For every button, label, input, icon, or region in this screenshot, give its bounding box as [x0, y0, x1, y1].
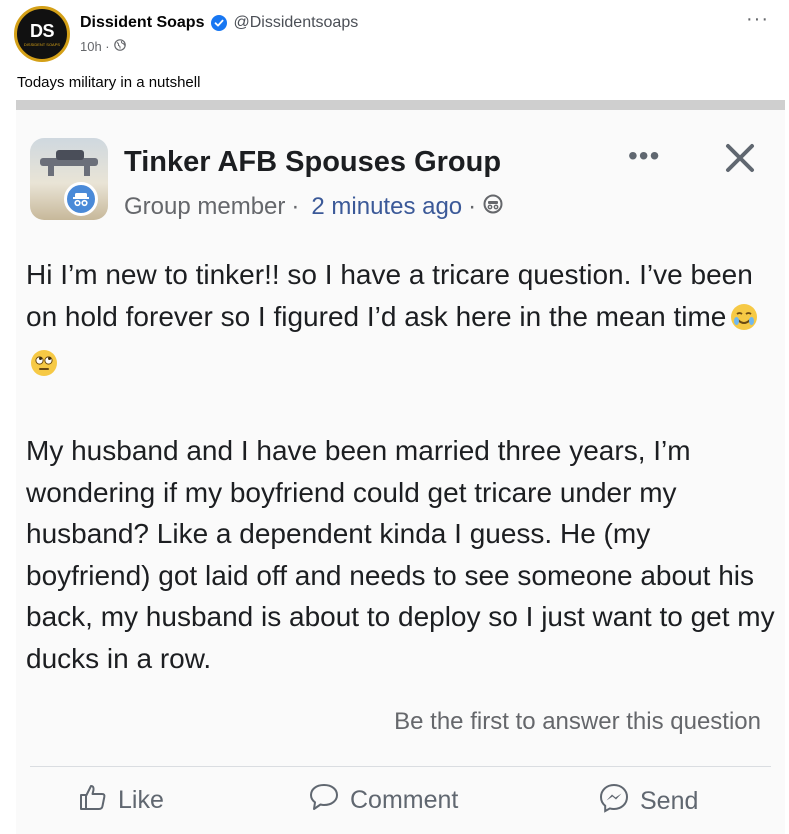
group-name[interactable]: Tinker AFB Spouses Group: [124, 146, 501, 179]
comment-icon: [308, 782, 350, 819]
more-icon[interactable]: •••: [628, 140, 660, 172]
crying-smile-emoji: [730, 301, 758, 343]
group-meta: Group member · 2 minutes ago ·: [124, 192, 504, 221]
post-time[interactable]: 10h ·: [80, 39, 110, 54]
messenger-icon: [598, 782, 640, 821]
author-avatar[interactable]: DS DISSIDENT SOAPS: [14, 6, 70, 62]
member-label: Group member: [124, 192, 286, 220]
separator: ·: [291, 192, 300, 220]
post-paragraph-2: My husband and I have been married three…: [26, 435, 775, 674]
comment-button[interactable]: Comment: [308, 782, 458, 819]
send-button[interactable]: Send: [598, 782, 698, 821]
verified-badge-icon: [211, 15, 228, 31]
privacy-icon: [482, 192, 504, 221]
post-meta: 10h ·: [80, 39, 126, 54]
author-handle[interactable]: @Dissidentsoaps: [233, 14, 358, 32]
anonymous-member-icon: [64, 182, 98, 216]
eye-roll-emoji: [30, 347, 58, 389]
divider: [30, 766, 771, 767]
like-icon: [78, 782, 118, 819]
like-button[interactable]: Like: [78, 782, 164, 819]
post-timestamp[interactable]: 2 minutes ago: [311, 193, 462, 221]
send-label: Send: [640, 787, 699, 815]
avatar-subtext: DISSIDENT SOAPS: [23, 41, 61, 47]
answer-prompt[interactable]: Be the first to answer this question: [394, 708, 761, 736]
avatar-initials: DS: [29, 20, 55, 41]
post-body: Hi I’m new to tinker!! so I have a trica…: [26, 254, 776, 679]
embedded-screenshot[interactable]: Tinker AFB Spouses Group Group member · …: [16, 100, 785, 834]
group-avatar: [30, 138, 108, 220]
close-icon[interactable]: [724, 142, 756, 174]
comment-label: Comment: [350, 786, 459, 814]
paragraph-1-text: Hi I’m new to tinker!! so I have a trica…: [26, 259, 753, 332]
action-bar: Like Comment Send: [16, 782, 785, 826]
more-icon[interactable]: ···: [746, 8, 769, 31]
post-paragraph-1: Hi I’m new to tinker!! so I have a trica…: [26, 254, 776, 389]
like-label: Like: [118, 786, 164, 814]
globe-icon: [113, 39, 126, 54]
author-line: Dissident Soaps @Dissidentsoaps: [80, 14, 358, 32]
author-name[interactable]: Dissident Soaps: [80, 14, 204, 32]
post-caption: Todays military in a nutshell: [17, 74, 201, 91]
separator: ·: [468, 192, 477, 220]
